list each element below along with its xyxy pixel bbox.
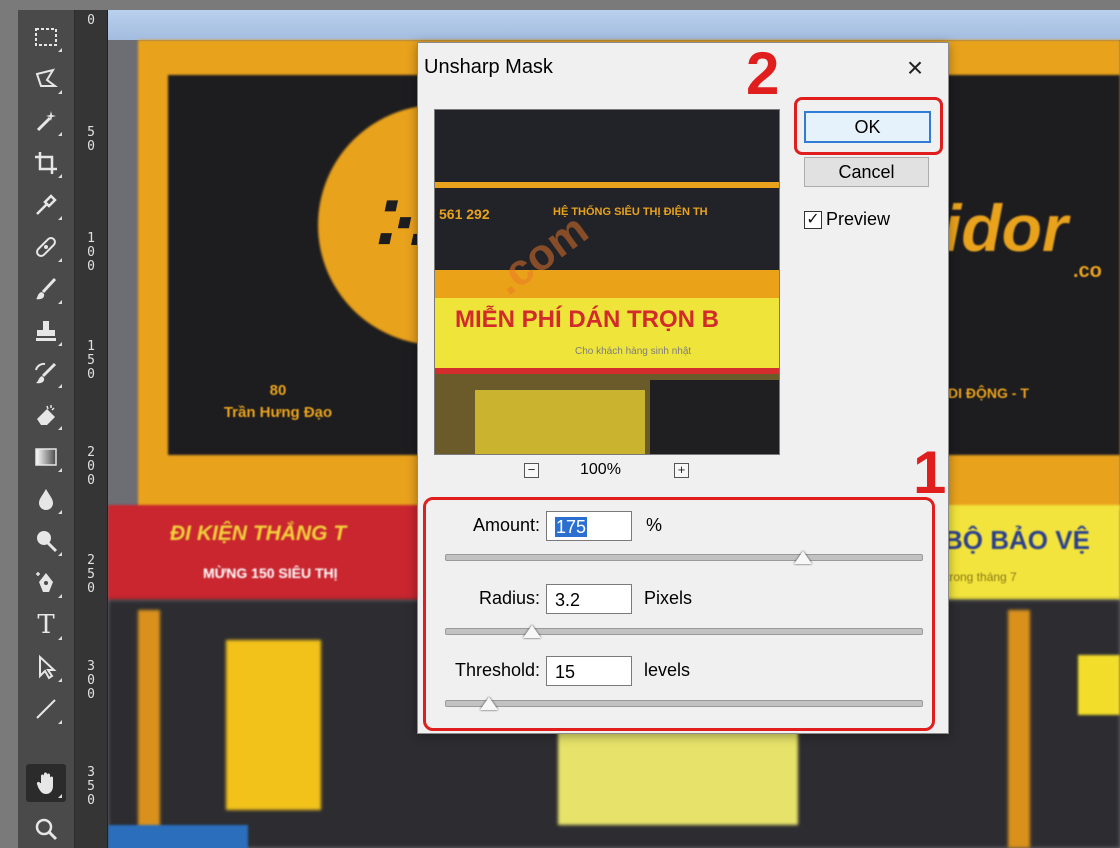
ruler-label: 3 5 0 <box>87 765 95 808</box>
preview-number-text: 561 292 <box>439 206 490 222</box>
ruler-label: 0 <box>87 13 95 28</box>
zoom-controls: − 100% + <box>524 461 704 483</box>
threshold-slider[interactable] <box>445 697 923 710</box>
ruler-label: 1 0 0 <box>87 231 95 274</box>
red-banner-text: ĐI KIỆN THẮNG T <box>170 522 347 545</box>
crop-icon[interactable] <box>26 144 66 182</box>
ruler-label: 2 0 0 <box>87 445 95 488</box>
type-icon[interactable]: T <box>26 606 66 644</box>
step-2-annotation: 2 <box>746 40 780 107</box>
sign-address-street: Trần Hưng Đạo <box>223 404 333 421</box>
pillar <box>1008 610 1030 848</box>
preview-label: Preview <box>826 209 891 229</box>
yellow-banner-subtext: trong tháng 7 <box>946 570 1017 584</box>
ruler-label: 3 0 0 <box>87 659 95 702</box>
amount-slider[interactable] <box>445 551 923 564</box>
radius-unit: Pixels <box>644 588 693 608</box>
amount-value: 175 <box>555 517 588 537</box>
radius-label: Radius: <box>478 588 540 608</box>
shop-sign <box>558 730 798 825</box>
unsharp-mask-dialog: Unsharp Mask × 2 561 292 HỆ THỐNG SIÊU T… <box>417 40 949 734</box>
red-banner <box>108 505 428 600</box>
radius-slider-thumb[interactable] <box>522 625 541 638</box>
gradient-icon[interactable] <box>26 438 66 476</box>
path-selection-icon[interactable] <box>26 648 66 686</box>
dialog-title: Unsharp Mask <box>424 56 553 78</box>
amount-unit: % <box>646 515 663 535</box>
zoom-icon[interactable] <box>26 810 66 848</box>
amount-label: Amount: <box>472 515 540 535</box>
ok-button[interactable]: OK <box>804 111 931 143</box>
clone-stamp-icon[interactable] <box>26 312 66 350</box>
sign-category: DI ĐỘNG - T <box>948 385 1029 401</box>
pillar <box>138 610 160 848</box>
zoom-out-icon[interactable]: − <box>524 463 539 478</box>
line-icon[interactable] <box>26 690 66 728</box>
sign-address: 80 Trần Hưng Đạo <box>193 380 363 424</box>
filter-preview[interactable]: 561 292 HỆ THỐNG SIÊU THỊ ĐIỆN TH MIỄN P… <box>434 109 780 455</box>
brand-name: idor <box>943 191 1068 265</box>
radius-slider[interactable] <box>445 625 923 638</box>
shop-poster <box>1078 655 1120 715</box>
ruler-label: 1 5 0 <box>87 339 95 382</box>
preview-checkbox[interactable]: ✓ <box>804 211 822 229</box>
brush-icon[interactable] <box>26 270 66 308</box>
preview-sub-text: Cho khách hàng sinh nhật <box>575 346 692 357</box>
amount-input[interactable]: 175 <box>546 511 632 541</box>
lasso-icon[interactable] <box>26 60 66 98</box>
threshold-input[interactable]: 15 <box>546 656 632 686</box>
eyedropper-icon[interactable] <box>26 186 66 224</box>
healing-brush-icon[interactable] <box>26 228 66 266</box>
hand-icon[interactable] <box>26 764 66 802</box>
dodge-icon[interactable] <box>26 522 66 560</box>
blur-icon[interactable] <box>26 480 66 518</box>
threshold-unit: levels <box>644 660 691 680</box>
magic-wand-icon[interactable] <box>26 102 66 140</box>
ruler-label: 2 5 0 <box>87 553 95 596</box>
cancel-button[interactable]: Cancel <box>804 157 929 187</box>
vertical-ruler: 0 5 0 1 0 0 1 5 0 2 0 0 2 5 0 3 0 0 3 5 … <box>75 10 108 848</box>
zoom-in-icon[interactable]: + <box>674 463 689 478</box>
preview-banner-text: MIỄN PHÍ DÁN TRỌN B <box>455 306 719 333</box>
threshold-label: Threshold: <box>454 660 540 680</box>
yellow-banner-text: BỘ BẢO VỆ <box>944 525 1090 555</box>
ruler-label: 5 0 <box>87 125 95 154</box>
radius-input[interactable]: 3.2 <box>546 584 632 614</box>
shop-poster <box>226 640 321 810</box>
red-banner-subtext: MỪNG 150 SIÊU THỊ <box>203 565 338 581</box>
zoom-level: 100% <box>580 461 621 478</box>
marquee-icon[interactable] <box>26 18 66 56</box>
tools-panel: T <box>18 10 75 848</box>
close-icon[interactable]: × <box>892 53 938 85</box>
eraser-icon[interactable] <box>26 396 66 434</box>
blue-strip <box>108 825 248 848</box>
pen-icon[interactable] <box>26 564 66 602</box>
threshold-slider-thumb[interactable] <box>479 697 498 710</box>
amount-slider-thumb[interactable] <box>794 551 812 564</box>
history-brush-icon[interactable] <box>26 354 66 392</box>
sign-address-number: 80 <box>269 382 287 399</box>
brand-domain: .co <box>1073 260 1102 282</box>
